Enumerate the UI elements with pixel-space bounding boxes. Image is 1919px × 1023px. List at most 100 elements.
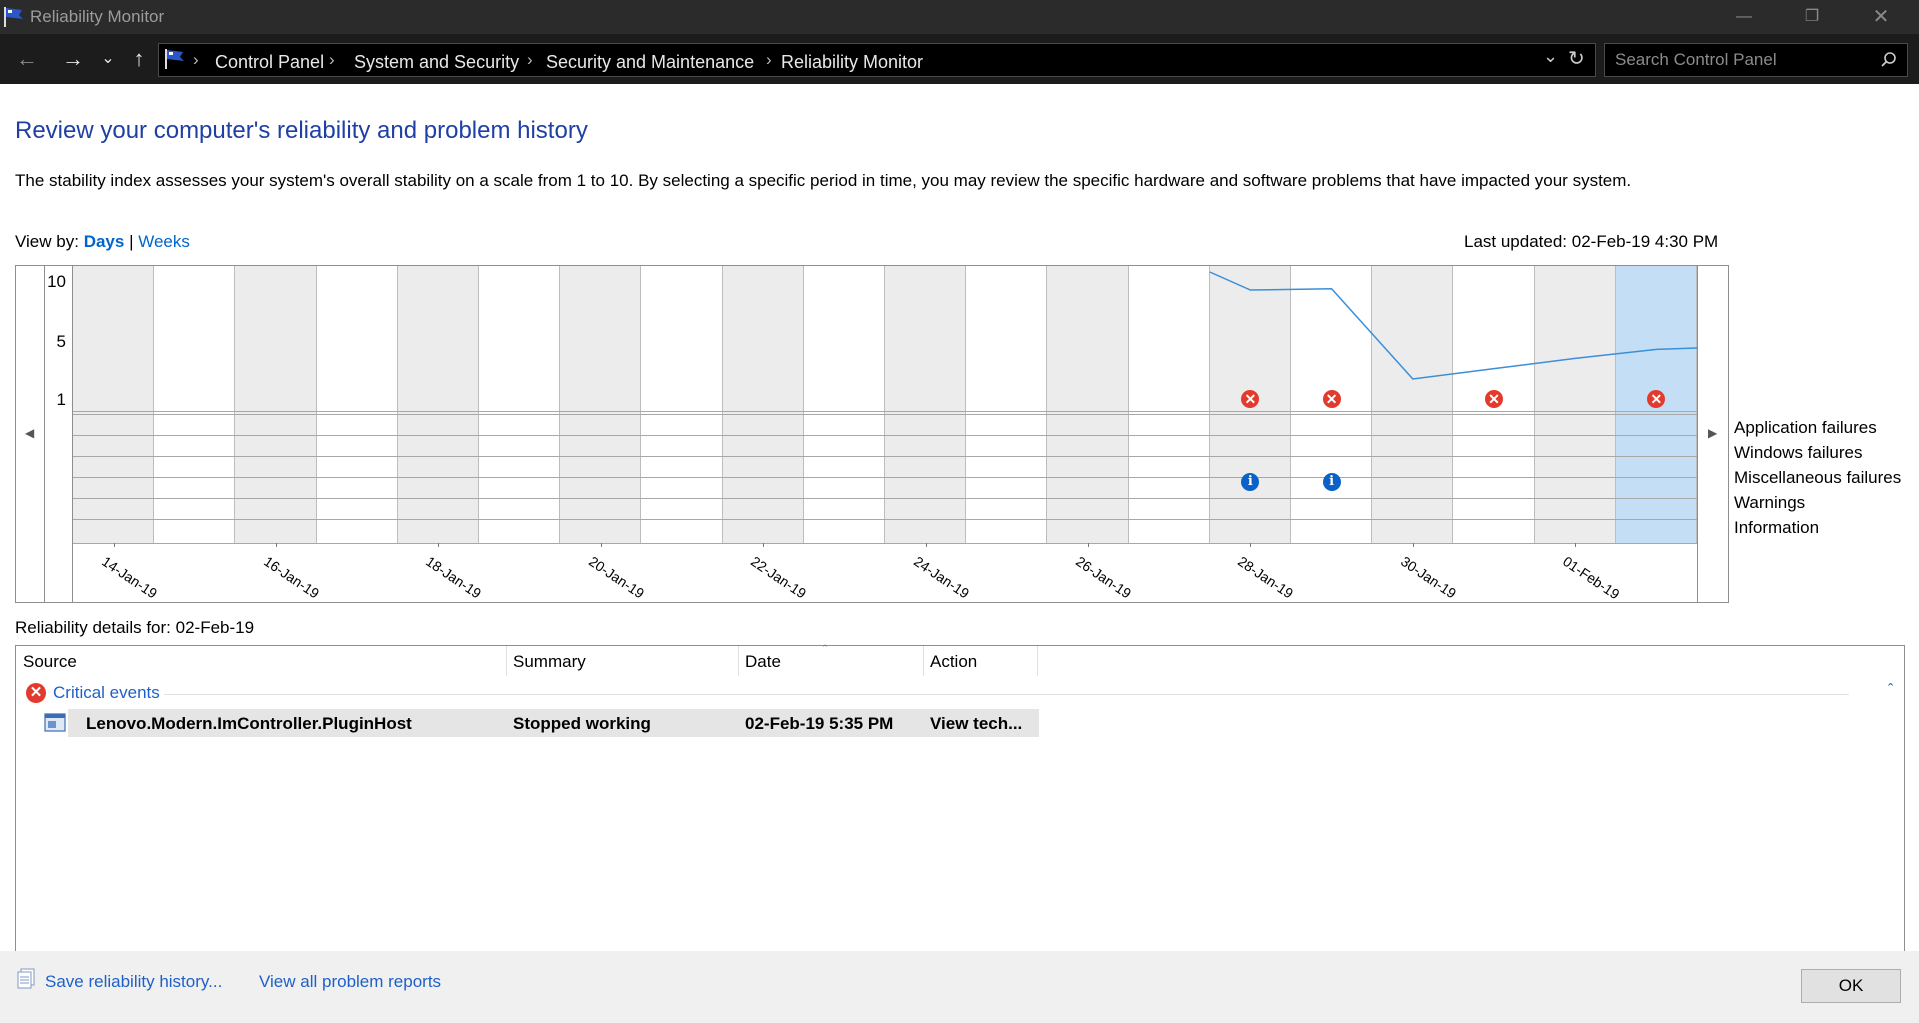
y-tick-label: 10	[47, 272, 66, 291]
up-arrow-icon[interactable]: ↑	[126, 34, 152, 84]
critical-events-label: Critical events	[53, 683, 160, 702]
plot-area[interactable]: ✕ ✕ ✕ ✕ i i 14-Jan-19 16-Jan-19 18-Jan-19 20-Jan-…	[73, 266, 1697, 602]
dropdown-chevron-icon[interactable]: ⌄	[1543, 46, 1558, 67]
scroll-left-panel[interactable]: ◀	[16, 266, 45, 602]
x-tick-label: 24-Jan-19	[910, 553, 972, 602]
page-title: Review your computer's reliability and p…	[15, 117, 588, 144]
x-tick-mark	[438, 543, 440, 547]
x-tick-label: 20-Jan-19	[585, 553, 648, 602]
row-source: Lenovo.Modern.ImController.PluginHost	[86, 714, 412, 733]
application-failure-icon[interactable]: ✕	[1485, 390, 1503, 408]
breadcrumb-reliability-monitor[interactable]: Reliability Monitor	[781, 52, 923, 73]
view-all-reports-link[interactable]: View all problem reports	[259, 972, 441, 992]
minimize-button[interactable]: —	[1721, 0, 1767, 34]
breadcrumb-separator-icon: ›	[329, 50, 335, 69]
legend-misc-failures: Miscellaneous failures	[1734, 468, 1902, 487]
application-icon	[44, 713, 66, 732]
y-tick-label: 5	[56, 332, 66, 351]
legend-information: Information	[1734, 518, 1820, 537]
row-action-link[interactable]: View tech...	[930, 714, 1022, 734]
back-arrow-icon[interactable]: ←	[12, 34, 42, 84]
title-bar: Reliability Monitor — ❐ ✕	[0, 0, 1919, 34]
view-by-label: View by:	[15, 232, 79, 251]
view-by: View by: Days | Weeks	[15, 232, 190, 252]
column-divider[interactable]	[738, 646, 739, 676]
restore-button[interactable]: ❐	[1789, 0, 1835, 34]
grid-line	[73, 456, 1697, 457]
scroll-right-icon[interactable]: ▶	[1708, 426, 1717, 440]
scroll-right-panel[interactable]: ▶	[1697, 266, 1728, 602]
reliability-chart[interactable]: ◀ 10 5 1 ✕ ✕ ✕ ✕ i i 14-Jan-19 16-Jan-19 18-Jan-…	[15, 265, 1729, 603]
breadcrumb-control-panel[interactable]: Control Panel	[215, 52, 324, 73]
details-table: Source Summary Date ˆ Action ✕ Critical …	[15, 642, 1905, 953]
window-title: Reliability Monitor	[30, 7, 165, 26]
view-by-weeks-link[interactable]: Weeks	[138, 232, 190, 251]
legend-warnings: Warnings	[1734, 493, 1806, 512]
x-tick-label: 26-Jan-19	[1073, 553, 1135, 602]
close-button[interactable]: ✕	[1858, 0, 1904, 34]
column-divider[interactable]	[923, 646, 924, 676]
table-row[interactable]: Lenovo.Modern.ImController.PluginHost St…	[68, 709, 1039, 737]
x-tick-mark	[1412, 543, 1414, 547]
y-tick-label: 1	[56, 390, 66, 409]
ok-button[interactable]: OK	[1801, 969, 1901, 1003]
grid-line	[73, 543, 1697, 544]
x-tick-mark	[1575, 543, 1577, 547]
row-summary: Stopped working	[513, 714, 651, 733]
x-tick-label: 01-Feb-19	[1560, 553, 1623, 603]
column-header-date[interactable]: Date	[745, 652, 781, 672]
column-header-summary[interactable]: Summary	[513, 652, 586, 672]
column-divider[interactable]	[1037, 646, 1038, 676]
recent-locations-icon[interactable]: ⌄	[96, 34, 120, 84]
refresh-icon[interactable]: ↻	[1568, 46, 1585, 71]
x-tick-mark	[925, 543, 927, 547]
view-by-separator: |	[129, 232, 134, 251]
save-history-link[interactable]: Save reliability history...	[45, 972, 222, 992]
stability-index-line-chart	[1209, 271, 1697, 380]
grid-line	[73, 435, 1697, 436]
breadcrumb-separator-icon: ›	[766, 50, 772, 69]
x-tick-label: 16-Jan-19	[261, 553, 323, 602]
sort-ascending-icon: ˆ	[823, 642, 828, 657]
last-updated: Last updated: 02-Feb-19 4:30 PM	[1464, 232, 1719, 251]
application-failure-icon[interactable]: ✕	[1322, 390, 1341, 408]
breadcrumb-separator-icon: ›	[193, 50, 199, 69]
scroll-left-icon[interactable]: ◀	[25, 426, 34, 440]
control-panel-flag-icon	[165, 49, 184, 69]
x-tick-mark	[276, 543, 277, 547]
forward-arrow-icon[interactable]: →	[58, 34, 88, 84]
search-icon[interactable]	[1880, 51, 1898, 69]
address-bar-row: ← → ⌄ ↑ › Control Panel › System and Sec…	[0, 34, 1919, 84]
column-header-source[interactable]: Source	[23, 652, 77, 672]
search-input[interactable]	[1613, 48, 1867, 72]
x-tick-label: 22-Jan-19	[748, 553, 810, 602]
breadcrumb-security-maintenance[interactable]: Security and Maintenance	[546, 52, 754, 73]
x-tick-mark	[600, 543, 602, 547]
y-axis-panel: 10 5 1	[44, 266, 73, 602]
view-by-days-link[interactable]: Days	[84, 232, 125, 251]
document-icon	[17, 968, 35, 989]
x-tick-label: 28-Jan-19	[1235, 553, 1297, 602]
x-tick-label: 14-Jan-19	[98, 553, 160, 602]
information-event-icon[interactable]: i	[1322, 473, 1341, 491]
x-tick-label: 18-Jan-19	[423, 553, 485, 602]
column-divider[interactable]	[506, 646, 507, 676]
x-tick-mark	[763, 543, 765, 547]
x-tick-label: 30-Jan-19	[1397, 553, 1460, 602]
collapse-chevron-icon[interactable]: ˆ	[1888, 682, 1893, 700]
breadcrumb-system-security[interactable]: System and Security	[354, 52, 519, 73]
row-date: 02-Feb-19 5:35 PM	[745, 714, 894, 733]
grid-line	[73, 414, 1697, 415]
legend-windows-failures: Windows failures	[1734, 443, 1863, 462]
column-header-action[interactable]: Action	[930, 652, 977, 672]
footer: Save reliability history... View all pro…	[0, 951, 1919, 1023]
x-tick-mark	[1250, 543, 1252, 547]
critical-events-group[interactable]: ✕ Critical events ˆ	[26, 682, 1893, 708]
grid-line	[73, 477, 1697, 478]
breadcrumb-separator-icon: ›	[527, 50, 533, 69]
grid-line	[73, 519, 1697, 520]
search-box[interactable]	[1604, 43, 1908, 77]
address-box[interactable]: › Control Panel › System and Security › …	[158, 43, 1596, 77]
legend-application-failures: Application failures	[1734, 418, 1877, 437]
page-description: The stability index assesses your system…	[15, 171, 1632, 190]
